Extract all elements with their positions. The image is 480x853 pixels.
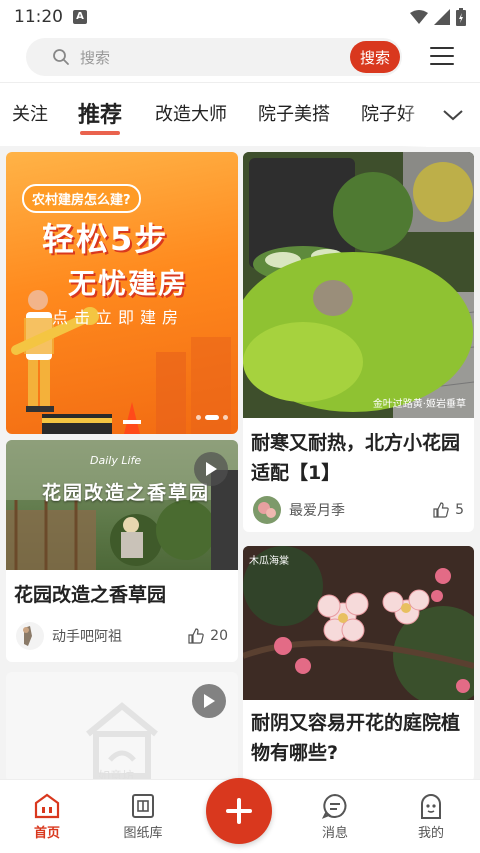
search-icon: [53, 49, 69, 65]
flower-photo: [243, 546, 474, 700]
nav-blueprints-label: 图纸库: [123, 826, 163, 841]
card-image: Daily Life 花园改造之香草园: [6, 440, 238, 570]
image-watermark: 金叶过路黄·姬岩垂草: [372, 399, 466, 410]
tab-renovation-master[interactable]: 改造大师: [155, 100, 227, 126]
message-icon: [321, 793, 347, 819]
nav-messages-label: 消息: [321, 826, 348, 841]
avatar[interactable]: [253, 496, 281, 524]
search-button[interactable]: 搜索: [350, 41, 400, 73]
image-watermark: 木瓜海棠: [249, 556, 289, 567]
like-button[interactable]: 5: [433, 502, 464, 518]
search-bar: 搜索 搜索: [0, 34, 480, 82]
avatar[interactable]: [16, 622, 44, 650]
tab-yard-styling[interactable]: 院子美搭: [258, 100, 330, 126]
banner-subline: 点击立即建房: [52, 308, 185, 327]
carousel-indicator: [196, 415, 228, 420]
card-image: 金叶过路黄·姬岩垂草: [243, 152, 474, 418]
card-image: 木瓜海棠: [243, 546, 474, 700]
category-tabs: 关注 推荐 改造大师 院子美搭 院子好: [0, 82, 480, 147]
image-caption: Daily Life: [90, 454, 142, 467]
image-overlay-title: 花园改造之香草园: [42, 482, 211, 504]
author-name: 动手吧阿祖: [52, 629, 122, 645]
play-video-icon[interactable]: [194, 452, 228, 486]
expand-tabs-button[interactable]: [426, 83, 480, 147]
create-post-button[interactable]: [206, 778, 272, 844]
wifi-icon: [410, 10, 428, 24]
feed-card[interactable]: 金叶过路黄·姬岩垂草 耐寒又耐热，北方小花园适配【1】 最爱月季 5: [243, 152, 474, 532]
status-bar: 11:20 A: [0, 0, 480, 34]
card-meta: 动手吧阿祖 20: [6, 618, 238, 654]
chevron-down-icon: [443, 110, 463, 121]
nav-profile-label: 我的: [417, 826, 444, 841]
tab-follow[interactable]: 关注: [12, 100, 48, 126]
status-icons: [410, 8, 466, 26]
thumbs-up-icon: [433, 502, 449, 518]
feed-card[interactable]: Daily Life 花园改造之香草园 花园改造之香草园 动手吧阿祖 20: [6, 440, 238, 662]
nav-profile[interactable]: 我的: [396, 790, 466, 841]
card-title: 耐寒又耐热，北方小花园适配【1】: [251, 432, 461, 484]
nav-blueprints[interactable]: 图纸库: [108, 790, 178, 841]
promo-banner[interactable]: 农村建房怎么建? 轻松5步 无忧建房 点击立即建房: [6, 152, 238, 434]
notification-icon: A: [73, 10, 87, 24]
banner-tagline: 农村建房怎么建?: [22, 184, 141, 213]
menu-icon[interactable]: [430, 44, 454, 68]
home-icon: [34, 793, 60, 819]
nav-home[interactable]: 首页: [12, 790, 82, 841]
feed-card-placeholder[interactable]: 如意坊: [6, 672, 238, 782]
card-title: 耐阴又容易开花的庭院植物有哪些?: [251, 712, 461, 764]
signal-icon: [434, 9, 450, 25]
search-input[interactable]: 搜索 搜索: [26, 38, 402, 76]
feed-card[interactable]: 木瓜海棠 耐阴又容易开花的庭院植物有哪些?: [243, 546, 474, 782]
tab-recommended[interactable]: 推荐: [78, 97, 122, 135]
thumbs-up-icon: [188, 628, 204, 644]
nav-messages[interactable]: 消息: [300, 790, 370, 841]
play-video-icon[interactable]: [192, 684, 226, 718]
like-count: 20: [210, 628, 228, 644]
banner-headline-1: 轻松5步: [42, 220, 169, 258]
like-count: 5: [455, 502, 464, 518]
nav-home-label: 首页: [33, 826, 60, 841]
profile-icon: [421, 794, 441, 819]
card-meta: 最爱月季 5: [243, 492, 474, 528]
author-name: 最爱月季: [289, 503, 345, 519]
garden-photo: [243, 152, 474, 418]
status-time: 11:20: [14, 7, 63, 27]
like-button[interactable]: 20: [188, 628, 228, 644]
plus-icon: [226, 798, 252, 824]
battery-icon: [456, 8, 466, 26]
card-title: 花园改造之香草园: [14, 584, 167, 606]
banner-headline-2: 无忧建房: [68, 267, 189, 300]
blueprint-icon: [132, 794, 154, 818]
search-placeholder: 搜索: [80, 48, 111, 67]
